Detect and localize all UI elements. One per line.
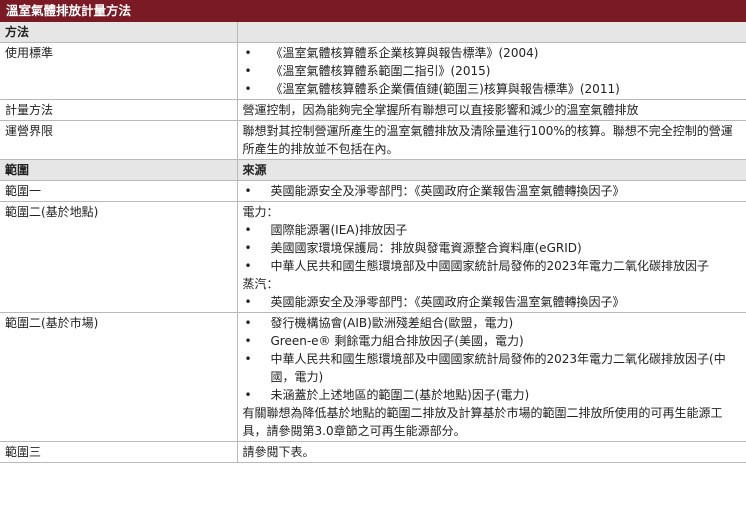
renewable-note: 有關聯想為降低基於地點的範圍二排放及計算基於市場的範圍二排放所使用的可再生能源工… bbox=[242, 406, 723, 438]
row-value-scope2-location: 電力： • 國際能源署(IEA)排放因子 • 美國國家環境保護局：排放與發電資源整合… bbox=[236, 201, 746, 313]
emissions-methodology-table: 溫室氣體排放計量方法 方法 使用標準 • 《溫室氣體核算體系企業核算與報告標準》(… bbox=[0, 0, 746, 508]
bullet-icon: • bbox=[244, 388, 252, 402]
row-label-operational-boundary: 運營界限 bbox=[0, 120, 237, 160]
header-cell-scope: 範圍 bbox=[0, 159, 237, 181]
list-item: • 《溫室氣體核算體系企業價值鏈(範圍三)核算與報告標準》(2011) bbox=[244, 82, 620, 96]
row-label-scope3: 範圍三 bbox=[0, 441, 237, 463]
standards-list: • 《溫室氣體核算體系企業核算與報告標準》(2004) • 《溫室氣體核算體系範圍二… bbox=[243, 44, 742, 98]
steam-list: • 英國能源安全及淨零部門：《英國政府企業報告溫室氣體轉換因子》 bbox=[243, 293, 742, 311]
bullet-icon: • bbox=[244, 352, 252, 366]
row-value-measurement-method: 營運控制，因為能夠完全掌握所有聯想可以直接影響和減少的溫室氣體排放 bbox=[236, 99, 746, 121]
electricity-list: • 國際能源署(IEA)排放因子 • 美國國家環境保護局：排放與發電資源整合資料庫(… bbox=[243, 221, 742, 275]
list-item: • 發行機構協會(AIB)歐洲殘差組合(歐盟，電力) bbox=[244, 316, 514, 330]
header-cell-empty bbox=[236, 22, 746, 43]
header-cell-method: 方法 bbox=[0, 22, 237, 43]
table-row-standards: 使用標準 • 《溫室氣體核算體系企業核算與報告標準》(2004) • 《溫室氣體核算… bbox=[0, 42, 746, 100]
row-value-scope3: 請參閱下表。 bbox=[236, 441, 746, 463]
bullet-icon: • bbox=[244, 316, 252, 330]
table-row-measurement-method: 計量方法 營運控制，因為能夠完全掌握所有聯想可以直接影響和減少的溫室氣體排放 bbox=[0, 99, 746, 121]
bullet-icon: • bbox=[244, 241, 252, 255]
section-header-method: 方法 bbox=[0, 22, 746, 43]
row-value-scope2-market: • 發行機構協會(AIB)歐洲殘差組合(歐盟，電力) • Green-e® 剩餘電力… bbox=[236, 312, 746, 442]
row-label-scope1: 範圍一 bbox=[0, 180, 237, 202]
list-item: • Green-e® 剩餘電力組合排放因子(美國，電力) bbox=[244, 334, 524, 348]
table-row-scope2-location: 範圍二(基於地點) 電力： • 國際能源署(IEA)排放因子 • 美國國家環境保護局… bbox=[0, 201, 746, 313]
row-label-scope2-location: 範圍二(基於地點) bbox=[0, 201, 237, 313]
list-item: • 未涵蓋於上述地區的範圍二(基於地點)因子(電力) bbox=[244, 388, 530, 402]
header-cell-source: 來源 bbox=[236, 159, 746, 181]
bullet-icon: • bbox=[244, 46, 252, 60]
list-item: • 美國國家環境保護局：排放與發電資源整合資料庫(eGRID) bbox=[244, 241, 582, 255]
bullet-icon: • bbox=[244, 259, 252, 273]
list-item: • 英國能源安全及淨零部門：《英國政府企業報告溫室氣體轉換因子》 bbox=[244, 184, 625, 198]
row-value-scope1: • 英國能源安全及淨零部門：《英國政府企業報告溫室氣體轉換因子》 bbox=[236, 180, 746, 202]
list-item: • 中華人民共和國生態環境部及中國國家統計局發佈的2023年電力二氧化碳排放因子(… bbox=[244, 352, 726, 384]
bullet-icon: • bbox=[244, 223, 252, 237]
bullet-icon: • bbox=[244, 295, 252, 309]
table-row-scope2-market: 範圍二(基於市場) • 發行機構協會(AIB)歐洲殘差組合(歐盟，電力) • Gre… bbox=[0, 312, 746, 442]
table-row-operational-boundary: 運營界限 聯想對其控制營運所產生的溫室氣體排放及清除量進行100%的核算。聯想不… bbox=[0, 120, 746, 160]
table-row-scope1: 範圍一 • 英國能源安全及淨零部門：《英國政府企業報告溫室氣體轉換因子》 bbox=[0, 180, 746, 202]
row-label-standards: 使用標準 bbox=[0, 42, 237, 100]
section-header-scope: 範圍 來源 bbox=[0, 159, 746, 181]
electricity-label: 電力： bbox=[242, 205, 279, 219]
bullet-icon: • bbox=[244, 334, 252, 348]
bullet-icon: • bbox=[244, 82, 252, 96]
list-item: • 《溫室氣體核算體系範圍二指引》(2015) bbox=[244, 64, 491, 78]
steam-label: 蒸汽： bbox=[242, 277, 279, 291]
methodology-table: 方法 使用標準 • 《溫室氣體核算體系企業核算與報告標準》(2004) • 《溫室氣… bbox=[0, 22, 746, 463]
market-list: • 發行機構協會(AIB)歐洲殘差組合(歐盟，電力) • Green-e® 剩餘電力… bbox=[243, 314, 742, 404]
bullet-icon: • bbox=[244, 184, 252, 198]
list-item: • 中華人民共和國生態環境部及中國國家統計局發佈的2023年電力二氧化碳排放因子 bbox=[244, 259, 710, 273]
list-item: • 《溫室氣體核算體系企業核算與報告標準》(2004) bbox=[244, 46, 539, 60]
table-title: 溫室氣體排放計量方法 bbox=[0, 0, 746, 22]
scope1-list: • 英國能源安全及淨零部門：《英國政府企業報告溫室氣體轉換因子》 bbox=[243, 182, 742, 200]
row-value-operational-boundary: 聯想對其控制營運所產生的溫室氣體排放及清除量進行100%的核算。聯想不完全控制的… bbox=[236, 120, 746, 160]
row-label-scope2-market: 範圍二(基於市場) bbox=[0, 312, 237, 442]
bullet-icon: • bbox=[244, 64, 252, 78]
table-row-scope3: 範圍三 請參閱下表。 bbox=[0, 441, 746, 463]
row-label-measurement-method: 計量方法 bbox=[0, 99, 237, 121]
row-value-standards: • 《溫室氣體核算體系企業核算與報告標準》(2004) • 《溫室氣體核算體系範圍二… bbox=[236, 42, 746, 100]
list-item: • 英國能源安全及淨零部門：《英國政府企業報告溫室氣體轉換因子》 bbox=[244, 295, 625, 309]
list-item: • 國際能源署(IEA)排放因子 bbox=[244, 223, 408, 237]
